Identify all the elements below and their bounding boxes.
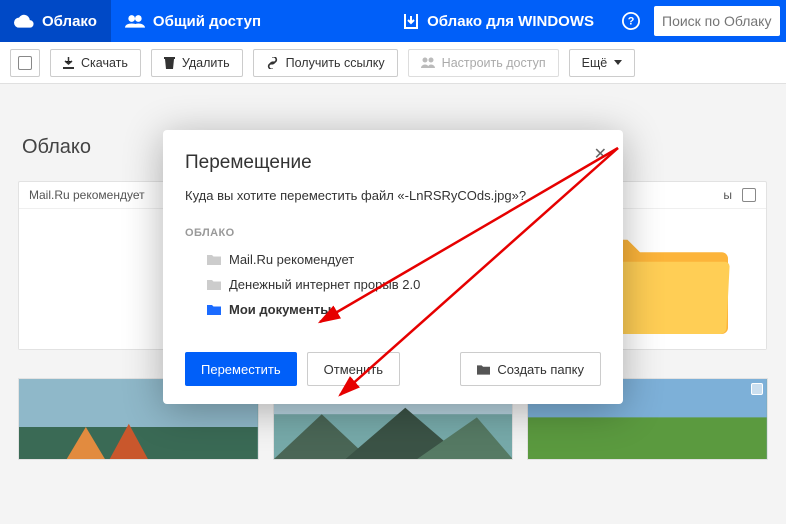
create-folder-button[interactable]: Создать папку: [460, 352, 601, 386]
folder-icon: [207, 254, 221, 265]
modal-footer: Переместить Отменить Создать папку: [185, 352, 601, 386]
modal-question: Куда вы хотите переместить файл «-LnRSRy…: [185, 188, 601, 203]
move-button[interactable]: Переместить: [185, 352, 297, 386]
tree-item-label: Денежный интернет прорыв 2.0: [229, 277, 420, 292]
move-dialog: ✕ Перемещение Куда вы хотите переместить…: [163, 130, 623, 404]
tree-item-selected[interactable]: Мои документы: [189, 297, 601, 322]
modal-close-button[interactable]: ✕: [594, 144, 607, 164]
modal-title: Перемещение: [185, 152, 601, 174]
folder-small-icon: [477, 364, 490, 375]
tree-item-label: Мои документы: [229, 302, 331, 317]
tree-item-label: Mail.Ru рекомендует: [229, 252, 354, 267]
modal-overlay: ✕ Перемещение Куда вы хотите переместить…: [0, 0, 786, 524]
folder-icon: [207, 304, 221, 315]
folder-tree: Mail.Ru рекомендует Денежный интернет пр…: [185, 247, 601, 322]
tree-item[interactable]: Mail.Ru рекомендует: [189, 247, 601, 272]
cancel-button[interactable]: Отменить: [307, 352, 400, 386]
tree-section-label: ОБЛАКО: [185, 227, 601, 239]
folder-icon: [207, 279, 221, 290]
tree-item[interactable]: Денежный интернет прорыв 2.0: [189, 272, 601, 297]
